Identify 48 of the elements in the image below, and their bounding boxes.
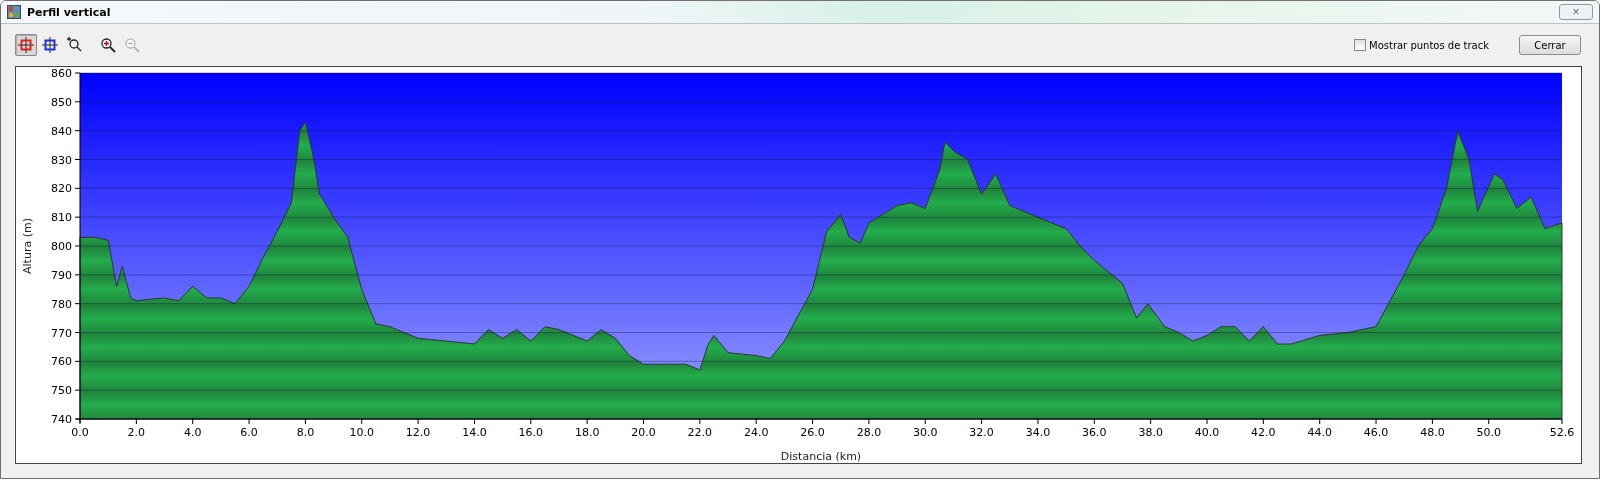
x-tick-label: 28.0 bbox=[856, 426, 882, 439]
y-tick-label: 830 bbox=[51, 153, 72, 167]
y-tick-label: 810 bbox=[51, 211, 72, 225]
x-tick-label: 24.0 bbox=[743, 426, 769, 439]
x-tick-label: 48.0 bbox=[1420, 426, 1445, 439]
app-icon bbox=[7, 5, 21, 19]
x-tick-label: 52.6 bbox=[1549, 426, 1575, 439]
x-tick-label: 30.0 bbox=[913, 426, 938, 439]
y-tick-label: 820 bbox=[51, 182, 72, 196]
track-points-checkbox[interactable]: Mostrar puntos de track bbox=[1354, 39, 1489, 51]
x-tick-label: 14.0 bbox=[462, 426, 487, 439]
x-tick-label: 40.0 bbox=[1194, 426, 1220, 439]
x-tick-label: 34.0 bbox=[1025, 426, 1051, 439]
x-tick-label: 32.0 bbox=[969, 426, 994, 439]
x-tick-label: 50.0 bbox=[1476, 426, 1501, 439]
x-tick-label: 36.0 bbox=[1082, 426, 1107, 439]
tool-button[interactable] bbox=[39, 34, 61, 56]
close-dialog-button[interactable]: Cerrar bbox=[1519, 35, 1581, 55]
y-tick-label: 790 bbox=[51, 268, 72, 282]
y-tick-label: 760 bbox=[51, 355, 72, 369]
x-tick-label: 10.0 bbox=[349, 426, 374, 439]
close-button[interactable]: × bbox=[1559, 4, 1593, 20]
x-tick-label: 12.0 bbox=[405, 426, 431, 439]
y-tick-label: 800 bbox=[51, 240, 72, 253]
x-axis-title: Distancia (km) bbox=[780, 450, 862, 463]
x-tick-label: 42.0 bbox=[1251, 426, 1276, 439]
y-tick-label: 850 bbox=[51, 95, 72, 109]
y-tick-label: 770 bbox=[51, 326, 72, 340]
x-tick-label: 26.0 bbox=[800, 426, 825, 439]
window-title: Perfil vertical bbox=[27, 5, 112, 19]
y-tick-label: 780 bbox=[51, 297, 72, 311]
x-tick-label: 0.0 bbox=[71, 426, 89, 439]
x-tick-label: 6.0 bbox=[240, 426, 258, 439]
x-tick-label: 4.0 bbox=[183, 426, 202, 439]
x-tick-label: 8.0 bbox=[296, 426, 315, 439]
y-tick-label: 750 bbox=[51, 384, 72, 398]
x-tick-label: 46.0 bbox=[1363, 426, 1389, 439]
x-tick-label: 22.0 bbox=[687, 426, 713, 439]
x-tick-label: 2.0 bbox=[127, 426, 146, 439]
x-tick-label: 38.0 bbox=[1138, 426, 1163, 439]
x-tick-label: 20.0 bbox=[631, 426, 656, 439]
x-tick-label: 16.0 bbox=[518, 426, 544, 439]
y-tick-label: 740 bbox=[51, 413, 72, 426]
x-tick-label: 18.0 bbox=[574, 426, 600, 439]
y-axis-title: Altura (m) bbox=[21, 218, 34, 274]
y-tick-label: 840 bbox=[51, 124, 72, 138]
x-tick-label: 44.0 bbox=[1307, 426, 1332, 439]
y-tick-label: 860 bbox=[51, 67, 72, 80]
